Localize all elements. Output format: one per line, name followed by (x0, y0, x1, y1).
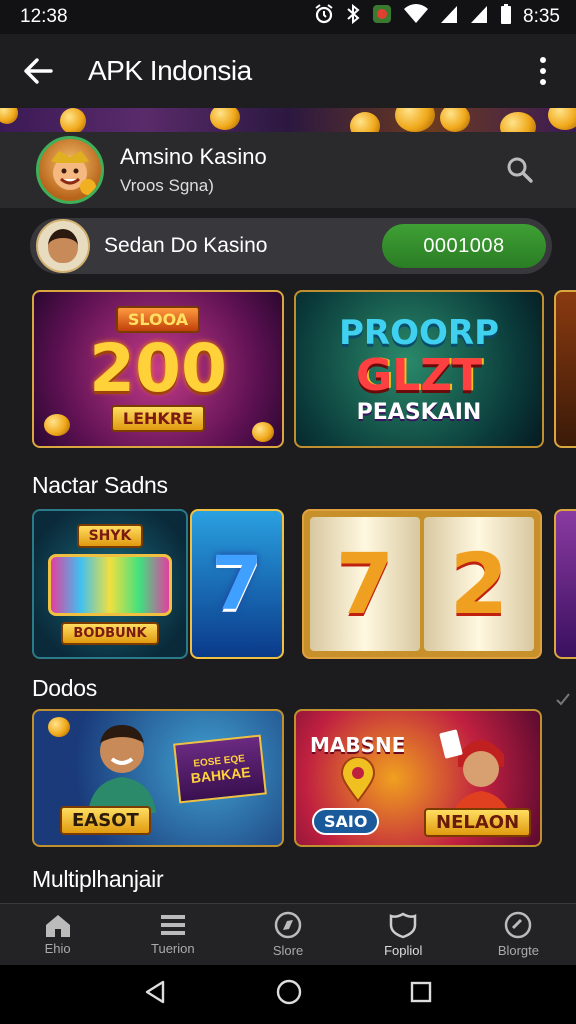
reel-right: 2 (424, 517, 534, 651)
status-bar: 12:38 8:35 (0, 0, 576, 34)
nav-item-list[interactable]: Tuerion (115, 904, 230, 965)
wifi-icon (403, 3, 429, 31)
nav-label: Blorgte (497, 943, 540, 958)
search-icon[interactable] (500, 150, 540, 190)
alarm-icon (313, 3, 335, 31)
system-navigation (0, 965, 576, 1024)
promo-tile-2[interactable]: MABSNE SAIO NELAON (294, 709, 542, 847)
user-avatar[interactable] (36, 219, 90, 273)
status-time-right: 8:35 (523, 6, 560, 27)
location-pin-icon (340, 756, 376, 808)
section-title: Dodos (32, 675, 97, 701)
reel-left-number: 7 (335, 535, 395, 633)
game-tile-featured-3-partial[interactable] (554, 290, 576, 448)
home-circle-icon[interactable] (275, 978, 303, 1011)
app-bar: APK Indonsia (0, 34, 576, 108)
section-title: Multiplhanjair (32, 866, 164, 892)
reel-right-number: 2 (449, 535, 509, 633)
slot-tile-1[interactable]: SHYK BODBUNK (32, 509, 188, 659)
back-icon[interactable] (143, 979, 169, 1010)
promo-bottom-label: NELAON (424, 808, 532, 837)
promo-title: MABSNE (310, 733, 406, 757)
shield-icon (389, 912, 417, 939)
promo-bottom-label: EASOT (60, 806, 151, 835)
promo-badge: SAIO (312, 808, 380, 835)
tile-bottom-label: LEHKRE (110, 405, 206, 432)
more-options-icon[interactable] (528, 51, 558, 91)
profile-subtitle: Vroos Sgna) (120, 176, 214, 195)
bluetooth-icon (345, 3, 361, 31)
banner-strip (0, 108, 576, 132)
app-title: APK Indonsia (88, 55, 252, 86)
nav-item-profile[interactable]: Fopliol (346, 904, 461, 965)
tile-top-label: SLOOA (115, 306, 201, 333)
game-tile-featured-1[interactable]: SLOOA 200 LEHKRE (32, 290, 284, 448)
nav-label: Ehio (44, 941, 71, 956)
balance-label: Sedan Do Kasino (104, 234, 268, 257)
person-figure (82, 717, 162, 813)
tile-big-number: 200 (89, 330, 227, 407)
profile-card[interactable]: Amsino Kasino Vroos Sgna) (0, 132, 576, 208)
slot-tile-3[interactable]: 7 2 (302, 509, 542, 659)
signal-icon-2 (469, 3, 489, 31)
battery-icon (499, 3, 513, 31)
nav-item-home[interactable]: Ehio (0, 904, 115, 965)
nav-label: Fopliol (384, 943, 423, 958)
slot-tile-4-partial[interactable] (554, 509, 576, 659)
balance-button[interactable]: 0001008 (382, 224, 546, 268)
tile-title-line1: PROORP (338, 312, 499, 353)
game-tile-featured-2[interactable]: PROORP GLZT PEASKAIN (294, 290, 544, 448)
slot-number: 7 (211, 541, 263, 627)
signal-icon (439, 3, 459, 31)
slot-reels (48, 553, 172, 616)
nav-item-explore[interactable]: Slore (230, 904, 345, 965)
profile-name: Amsino Kasino (120, 144, 267, 169)
tile-bottom-label: PEASKAIN (356, 399, 482, 425)
app-notification-icon (371, 3, 393, 31)
status-icons: 8:35 (313, 3, 560, 31)
settings-icon (505, 911, 532, 939)
recents-icon[interactable] (409, 980, 433, 1009)
nav-item-settings[interactable]: Blorgte (461, 904, 576, 965)
back-arrow-icon[interactable] (18, 51, 58, 91)
compass-icon (274, 911, 302, 939)
nav-label: Tuerion (151, 941, 195, 956)
section-title: Nactar Sadns (32, 472, 168, 498)
avatar[interactable] (36, 136, 104, 204)
promo-sign: EOSE EQE BAHKAE (173, 734, 267, 804)
status-time: 12:38 (20, 6, 68, 27)
tile-title-line2: GLZT (355, 349, 483, 401)
bottom-navigation: Ehio Tuerion Slore Fopliol Blorgte (0, 903, 576, 965)
slot-bottom-label: BODBUNK (61, 621, 159, 645)
profile-text: Amsino Kasino Vroos Sgna) (120, 144, 500, 196)
home-icon (45, 915, 70, 937)
balance-row[interactable]: Sedan Do Kasino 0001008 (30, 218, 552, 274)
checkmark-icon (556, 692, 570, 711)
reel-left: 7 (310, 517, 420, 651)
nav-label: Slore (272, 943, 304, 958)
promo-tile-1[interactable]: EOSE EQE BAHKAE EASOT (32, 709, 284, 847)
slot-top-label: SHYK (76, 523, 144, 548)
list-icon (160, 915, 185, 935)
slot-tile-2[interactable]: 7 (190, 509, 284, 659)
